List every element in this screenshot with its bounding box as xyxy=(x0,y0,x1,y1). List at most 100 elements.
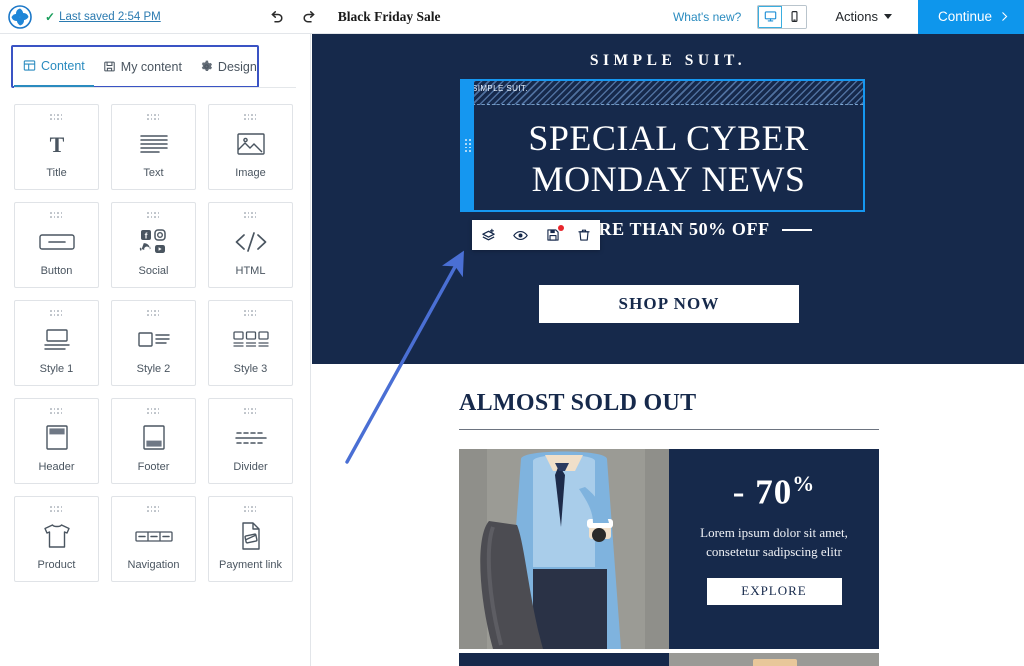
shop-now-button[interactable]: SHOP NOW xyxy=(539,285,799,323)
block-image[interactable]: Image xyxy=(208,104,293,190)
drag-grip-icon xyxy=(244,408,257,415)
block-product[interactable]: Product xyxy=(14,496,99,582)
style-three-icon xyxy=(209,317,292,363)
hero-headline: SPECIAL CYBER MONDAY NEWS xyxy=(474,107,863,210)
drag-grip-icon xyxy=(147,310,160,317)
button-rect-icon xyxy=(15,219,98,265)
email-hero-section[interactable]: SIMPLE SUIT. SIMPLE SUIT. SPECIAL CYBER … xyxy=(312,34,1024,364)
title-T-icon: T xyxy=(15,121,98,167)
whats-new-link[interactable]: What's new? xyxy=(673,10,741,24)
actions-menu-button[interactable]: Actions xyxy=(835,9,892,24)
code-brackets-icon xyxy=(209,219,292,265)
top-toolbar: ✓ Last saved 2:54 PM Black Friday Sale W… xyxy=(0,0,1024,34)
block-style-1[interactable]: Style 1 xyxy=(14,300,99,386)
divider-dashes-icon xyxy=(209,415,292,461)
block-label: Style 3 xyxy=(233,363,268,375)
tab-design[interactable]: Design xyxy=(191,46,266,87)
block-label: Footer xyxy=(137,461,170,473)
chevron-down-icon xyxy=(883,14,892,19)
tab-my-content-label: My content xyxy=(120,59,182,74)
block-html[interactable]: HTML xyxy=(208,202,293,288)
percent-symbol: % xyxy=(792,471,816,496)
trash-delete-icon[interactable] xyxy=(577,228,591,242)
discount-value: - 70% xyxy=(733,471,815,513)
text-lines-icon xyxy=(112,121,195,167)
discount-number: - 70 xyxy=(732,472,793,512)
email-canvas[interactable]: SIMPLE SUIT. SIMPLE SUIT. SPECIAL CYBER … xyxy=(312,34,1024,666)
desktop-monitor-icon[interactable] xyxy=(758,5,783,28)
drag-grip-icon xyxy=(50,310,63,317)
mobile-phone-icon[interactable] xyxy=(782,5,807,28)
save-floppy-icon[interactable] xyxy=(546,225,564,242)
block-style-2[interactable]: Style 2 xyxy=(111,300,196,386)
redo-icon[interactable] xyxy=(300,8,318,26)
undo-icon[interactable] xyxy=(268,8,286,26)
product-row: - 70% Lorem ipsum dolor sit amet, conset… xyxy=(459,449,879,649)
section-title: ALMOST SOLD OUT xyxy=(459,390,697,416)
drag-grip-icon xyxy=(244,212,257,219)
block-social[interactable]: f Social xyxy=(111,202,196,288)
block-footer[interactable]: Footer xyxy=(111,398,196,484)
headline-line-1: SPECIAL CYBER xyxy=(528,118,809,159)
block-label: Style 1 xyxy=(39,363,74,375)
description-line-1: Lorem ipsum dolor sit amet, xyxy=(700,524,848,540)
product-offer-card-2 xyxy=(459,653,669,666)
drag-grip-icon xyxy=(244,114,257,121)
chevron-right-icon xyxy=(1002,12,1008,21)
drag-grip-icon xyxy=(147,506,160,513)
product-offer-card: - 70% Lorem ipsum dolor sit amet, conset… xyxy=(669,449,879,649)
drag-grip-icon xyxy=(147,114,160,121)
block-payment-link[interactable]: Payment link xyxy=(208,496,293,582)
tab-content[interactable]: Content xyxy=(14,46,94,87)
continue-button[interactable]: Continue xyxy=(917,0,1024,34)
drag-grip-icon xyxy=(147,212,160,219)
tab-content-label: Content xyxy=(41,58,85,73)
svg-text:T: T xyxy=(49,132,64,157)
tab-design-label: Design xyxy=(217,59,257,74)
sidebar-tabs: Content My content Design xyxy=(14,46,296,88)
block-label: Style 2 xyxy=(136,363,171,375)
content-blocks-grid: T Title Text Image Button f Social HTML … xyxy=(0,88,310,582)
selected-headline-block[interactable]: SIMPLE SUIT. SPECIAL CYBER MONDAY NEWS xyxy=(460,79,865,212)
style-one-icon xyxy=(15,317,98,363)
description-line-2: consetetur sadipscing elitr xyxy=(706,544,842,560)
undo-redo-group xyxy=(268,8,318,26)
product-description: Lorem ipsum dolor sit amet, consetetur s… xyxy=(700,523,848,562)
block-title[interactable]: T Title xyxy=(14,104,99,190)
brand-swirl-icon[interactable] xyxy=(3,0,37,34)
block-label: Image xyxy=(235,167,266,179)
block-drag-handle[interactable] xyxy=(462,81,474,210)
tshirt-product-icon xyxy=(15,513,98,559)
product-photo[interactable] xyxy=(459,449,669,649)
tab-my-content[interactable]: My content xyxy=(94,46,191,87)
header-block-icon xyxy=(15,415,98,461)
block-action-toolbar[interactable] xyxy=(472,220,600,250)
explore-button[interactable]: EXPLORE xyxy=(706,577,842,605)
block-button[interactable]: Button xyxy=(14,202,99,288)
hero-brand-title: SIMPLE SUIT. xyxy=(589,52,747,69)
style-two-icon xyxy=(112,317,195,363)
block-text[interactable]: Text xyxy=(111,104,196,190)
block-label: HTML xyxy=(235,265,266,277)
navigation-bar-icon xyxy=(112,513,195,559)
block-navigation[interactable]: Navigation xyxy=(111,496,196,582)
save-content-icon xyxy=(103,60,116,73)
block-style-3[interactable]: Style 3 xyxy=(208,300,293,386)
drag-grip-icon xyxy=(147,408,160,415)
gear-icon xyxy=(200,60,213,73)
unsaved-badge xyxy=(557,225,564,231)
drag-grip-icon xyxy=(50,212,63,219)
block-label: Divider xyxy=(233,461,268,473)
continue-label: Continue xyxy=(937,9,992,24)
duplicate-layers-icon[interactable] xyxy=(481,228,496,243)
almost-sold-out-section[interactable]: ALMOST SOLD OUT - 70% Lorem ipsum dolor … xyxy=(312,364,1024,666)
product-photo-2[interactable] xyxy=(669,653,879,666)
device-preview-toggle xyxy=(757,4,808,29)
block-header[interactable]: Header xyxy=(14,398,99,484)
check-icon: ✓ xyxy=(45,9,56,24)
grid-layout-icon xyxy=(23,59,36,72)
eye-preview-icon[interactable] xyxy=(513,228,529,243)
block-divider[interactable]: Divider xyxy=(208,398,293,484)
last-saved-link[interactable]: Last saved 2:54 PM xyxy=(59,11,161,23)
block-label: Social xyxy=(138,265,169,277)
